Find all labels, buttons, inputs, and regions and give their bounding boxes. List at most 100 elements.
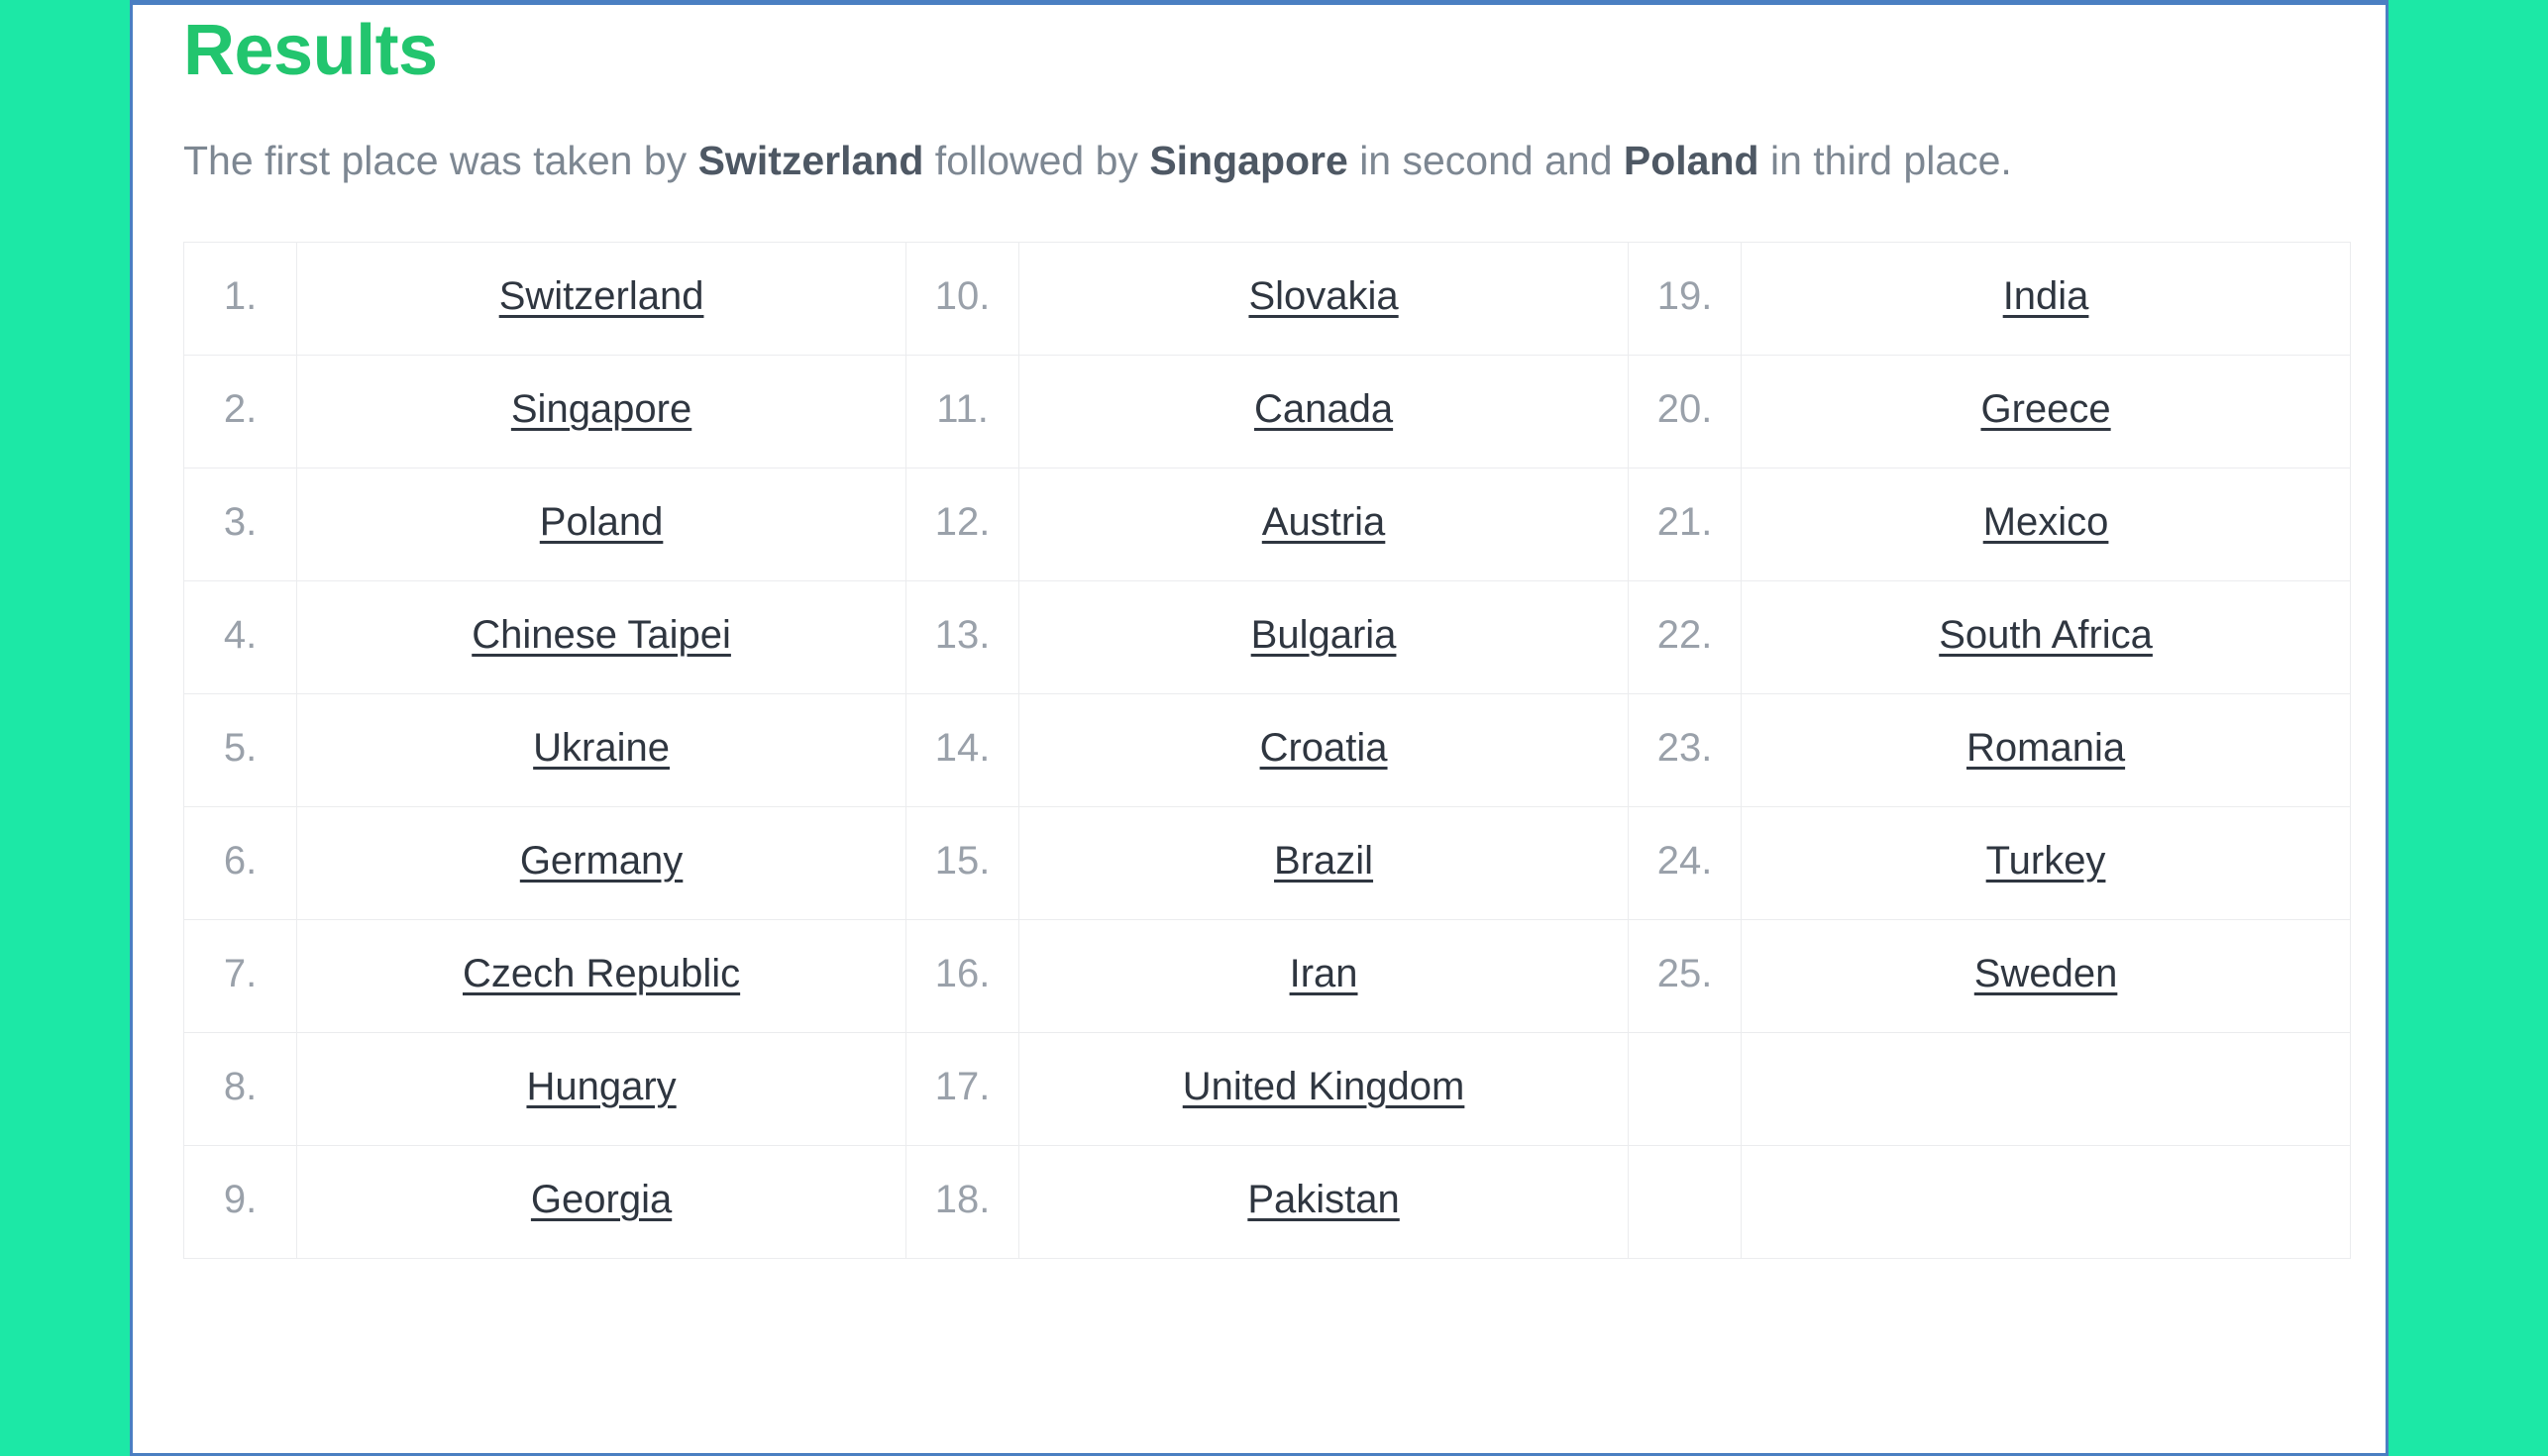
country-cell: Poland [296,467,906,581]
rank-number: 14. [904,692,1020,807]
country-cell: Brazil [1018,805,1629,920]
country-link[interactable]: Bulgaria [1251,613,1397,657]
rank-number: 24. [1627,805,1743,920]
table-row: 3. Poland 12. Austria 21. Mexico [182,467,2351,581]
rank-number: 23. [1627,692,1743,807]
results-panel-content: Results The first place was taken by Swi… [133,15,2386,1259]
country-link[interactable]: Sweden [1974,952,2118,995]
ranking-table-body: 1. Switzerland 10. Slovakia 19. India 2. Singap… [182,241,2351,1259]
empty-country-cell [1741,1144,2351,1259]
country-link[interactable]: Brazil [1274,839,1373,883]
country-link[interactable]: Turkey [1986,839,2106,883]
country-link[interactable]: South Africa [1939,613,2153,657]
country-cell: South Africa [1741,579,2351,694]
country-cell: Pakistan [1018,1144,1629,1259]
rank-number: 2. [182,354,298,468]
table-row: 4. Chinese Taipei 13. Bulgaria 22. South Afri… [182,579,2351,694]
table-row: 7. Czech Republic 16. Iran 25. Sweden [182,918,2351,1033]
country-cell: Turkey [1741,805,2351,920]
country-cell: Singapore [296,354,906,468]
rank-number: 10. [904,241,1020,356]
country-link[interactable]: Pakistan [1247,1178,1399,1221]
country-cell: Georgia [296,1144,906,1259]
country-cell: Switzerland [296,241,906,356]
country-cell: Greece [1741,354,2351,468]
rank-number: 4. [182,579,298,694]
rank-number: 22. [1627,579,1743,694]
rank-number: 18. [904,1144,1020,1259]
country-cell: Ukraine [296,692,906,807]
country-link[interactable]: Singapore [511,387,691,431]
rank-number: 16. [904,918,1020,1033]
country-link[interactable]: Ukraine [533,726,670,770]
table-row: 9. Georgia 18. Pakistan [182,1144,2351,1259]
country-cell: Bulgaria [1018,579,1629,694]
rank-number: 3. [182,467,298,581]
country-cell: Hungary [296,1031,906,1146]
ranking-table: 1. Switzerland 10. Slovakia 19. India 2. Singap… [182,241,2351,1259]
country-cell: Mexico [1741,467,2351,581]
summary-text-run: followed by [923,138,1150,183]
country-link[interactable]: Hungary [526,1065,676,1108]
country-link[interactable]: Georgia [531,1178,672,1221]
rank-number: 6. [182,805,298,920]
country-link[interactable]: Romania [1966,726,2125,770]
country-link[interactable]: Chinese Taipei [472,613,731,657]
table-row: 5. Ukraine 14. Croatia 23. Romania [182,692,2351,807]
results-panel: Results The first place was taken by Swi… [130,0,2389,1456]
country-link[interactable]: Germany [520,839,684,883]
rank-number: 8. [182,1031,298,1146]
empty-rank-cell [1627,1144,1743,1259]
summary-highlight: Singapore [1149,138,1348,183]
rank-number: 7. [182,918,298,1033]
country-link[interactable]: Poland [540,500,664,544]
country-cell: India [1741,241,2351,356]
empty-country-cell [1741,1031,2351,1146]
rank-number: 19. [1627,241,1743,356]
rank-number: 5. [182,692,298,807]
rank-number: 13. [904,579,1020,694]
summary-highlight: Poland [1623,138,1759,183]
empty-rank-cell [1627,1031,1743,1146]
country-link[interactable]: Mexico [1983,500,2109,544]
rank-number: 11. [904,354,1020,468]
country-cell: Sweden [1741,918,2351,1033]
table-row: 2. Singapore 11. Canada 20. Greece [182,354,2351,468]
page-title: Results [183,11,438,90]
country-cell: Slovakia [1018,241,1629,356]
country-link[interactable]: Switzerland [499,274,704,318]
summary-highlight: Switzerland [697,138,924,183]
results-summary-text: The first place was taken by Switzerland… [183,133,2328,189]
summary-text-run: in third place. [1758,138,2012,183]
country-link[interactable]: United Kingdom [1183,1065,1465,1108]
country-link[interactable]: Iran [1290,952,1358,995]
country-cell: Austria [1018,467,1629,581]
table-row: 8. Hungary 17. United Kingdom [182,1031,2351,1146]
country-link[interactable]: Czech Republic [463,952,740,995]
country-link[interactable]: Greece [1980,387,2110,431]
rank-number: 1. [182,241,298,356]
country-link[interactable]: India [2003,274,2089,318]
rank-number: 12. [904,467,1020,581]
rank-number: 21. [1627,467,1743,581]
country-cell: Germany [296,805,906,920]
country-link[interactable]: Croatia [1260,726,1388,770]
country-link[interactable]: Canada [1254,387,1393,431]
country-cell: United Kingdom [1018,1031,1629,1146]
rank-number: 20. [1627,354,1743,468]
country-cell: Iran [1018,918,1629,1033]
country-link[interactable]: Slovakia [1248,274,1398,318]
country-cell: Canada [1018,354,1629,468]
rank-number: 17. [904,1031,1020,1146]
summary-text-run: The first place was taken by [183,138,698,183]
country-link[interactable]: Austria [1262,500,1386,544]
summary-text-run: in second and [1347,138,1624,183]
country-cell: Croatia [1018,692,1629,807]
table-row: 6. Germany 15. Brazil 24. Turkey [182,805,2351,920]
country-cell: Romania [1741,692,2351,807]
country-cell: Czech Republic [296,918,906,1033]
rank-number: 25. [1627,918,1743,1033]
country-cell: Chinese Taipei [296,579,906,694]
table-row: 1. Switzerland 10. Slovakia 19. India [182,241,2351,356]
rank-number: 9. [182,1144,298,1259]
